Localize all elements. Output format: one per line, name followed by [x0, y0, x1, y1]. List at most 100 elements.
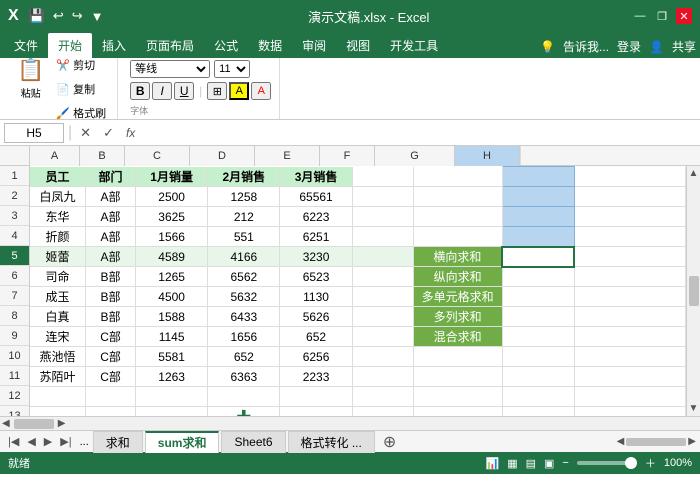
- tab-developer[interactable]: 开发工具: [380, 33, 448, 58]
- cell-C6[interactable]: 1265: [136, 267, 208, 287]
- cell-D3[interactable]: 212: [208, 207, 280, 227]
- cell-E6[interactable]: 6523: [280, 267, 352, 287]
- cell-D8[interactable]: 6433: [208, 307, 280, 327]
- scroll-left-arrow[interactable]: ◀: [2, 418, 10, 429]
- hscroll-left-arrow[interactable]: ◀: [617, 436, 625, 447]
- view-page-break-button[interactable]: ▣: [544, 457, 554, 470]
- cell-I5[interactable]: [574, 247, 685, 267]
- hscroll-right-arrow[interactable]: ▶: [688, 436, 696, 447]
- cell-G10[interactable]: [413, 347, 502, 367]
- cell-A9[interactable]: 连宋: [30, 327, 86, 347]
- cell-G4[interactable]: [413, 227, 502, 247]
- row-num-3[interactable]: 3: [0, 206, 29, 226]
- row-num-6[interactable]: 6: [0, 266, 29, 286]
- cell-D5[interactable]: 4166: [208, 247, 280, 267]
- border-button[interactable]: ⊞: [207, 82, 227, 100]
- cell-H13[interactable]: [502, 407, 574, 417]
- cell-H11[interactable]: [502, 367, 574, 387]
- cell-E2[interactable]: 65561: [280, 187, 352, 207]
- cell-A3[interactable]: 东华: [30, 207, 86, 227]
- font-color-button[interactable]: A: [251, 82, 271, 100]
- cell-E3[interactable]: 6223: [280, 207, 352, 227]
- italic-button[interactable]: I: [152, 82, 172, 100]
- cell-B8[interactable]: B部: [86, 307, 136, 327]
- cell-C9[interactable]: 1145: [136, 327, 208, 347]
- cell-F5[interactable]: [352, 247, 413, 267]
- cell-G1[interactable]: [413, 167, 502, 187]
- tab-data[interactable]: 数据: [248, 33, 292, 58]
- cell-G3[interactable]: [413, 207, 502, 227]
- col-header-H[interactable]: H: [455, 146, 520, 166]
- cell-H2[interactable]: [502, 187, 574, 207]
- view-page-layout-button[interactable]: ▤: [526, 457, 536, 470]
- sheet-tab-sheet6[interactable]: Sheet6: [221, 431, 285, 453]
- cell-B11[interactable]: C部: [86, 367, 136, 387]
- cell-B12[interactable]: [86, 387, 136, 407]
- cell-D1[interactable]: 2月销售: [208, 167, 280, 187]
- cell-G5-horizontal-sum[interactable]: 横向求和: [413, 247, 502, 267]
- tab-page-layout[interactable]: 页面布局: [136, 33, 204, 58]
- row-num-11[interactable]: 11: [0, 366, 29, 386]
- underline-button[interactable]: U: [174, 82, 194, 100]
- cell-E9[interactable]: 652: [280, 327, 352, 347]
- cell-H8[interactable]: [502, 307, 574, 327]
- col-header-G[interactable]: G: [375, 146, 455, 166]
- cell-B4[interactable]: A部: [86, 227, 136, 247]
- cell-I13[interactable]: [574, 407, 685, 417]
- cell-B10[interactable]: C部: [86, 347, 136, 367]
- scroll-thumb[interactable]: [689, 276, 699, 306]
- cell-B1[interactable]: 部门: [86, 167, 136, 187]
- cell-C10[interactable]: 5581: [136, 347, 208, 367]
- font-size-select[interactable]: 11: [214, 60, 250, 78]
- confirm-formula-button[interactable]: ✓: [99, 123, 118, 143]
- row-num-1[interactable]: 1: [0, 166, 29, 186]
- col-header-A[interactable]: A: [30, 146, 80, 166]
- cell-E1[interactable]: 3月销售: [280, 167, 352, 187]
- cell-H5[interactable]: [502, 247, 574, 267]
- cell-I9[interactable]: [574, 327, 685, 347]
- row-num-2[interactable]: 2: [0, 186, 29, 206]
- cell-A6[interactable]: 司命: [30, 267, 86, 287]
- col-header-B[interactable]: B: [80, 146, 125, 166]
- cell-C13[interactable]: [136, 407, 208, 417]
- paste-button[interactable]: 📋 粘贴: [12, 58, 49, 120]
- row-num-4[interactable]: 4: [0, 226, 29, 246]
- sheet-tab-format[interactable]: 格式转化 ...: [288, 431, 375, 453]
- row-num-7[interactable]: 7: [0, 286, 29, 306]
- tab-view[interactable]: 视图: [336, 33, 380, 58]
- cell-D9[interactable]: 1656: [208, 327, 280, 347]
- cut-button[interactable]: ✂️ 剪切: [51, 58, 111, 76]
- tab-formula[interactable]: 公式: [204, 33, 248, 58]
- cell-I10[interactable]: [574, 347, 685, 367]
- col-header-F[interactable]: F: [320, 146, 375, 166]
- cell-I11[interactable]: [574, 367, 685, 387]
- cell-F1[interactable]: [352, 167, 413, 187]
- undo-icon[interactable]: ↩: [51, 6, 66, 26]
- hscroll-thumb-right[interactable]: [626, 438, 686, 446]
- cell-C7[interactable]: 4500: [136, 287, 208, 307]
- sheet-nav-last[interactable]: ▶|: [56, 433, 75, 450]
- cell-I12[interactable]: [574, 387, 685, 407]
- row-num-13[interactable]: 13: [0, 406, 29, 416]
- sheet-nav-next[interactable]: ▶: [40, 433, 56, 450]
- cell-C12[interactable]: [136, 387, 208, 407]
- row-num-12[interactable]: 12: [0, 386, 29, 406]
- cell-H12[interactable]: [502, 387, 574, 407]
- copy-button[interactable]: 📄 复制: [51, 78, 111, 100]
- cell-A4[interactable]: 折颜: [30, 227, 86, 247]
- col-header-D[interactable]: D: [190, 146, 255, 166]
- cell-C4[interactable]: 1566: [136, 227, 208, 247]
- cell-I6[interactable]: [574, 267, 685, 287]
- cell-F2[interactable]: [352, 187, 413, 207]
- cell-B9[interactable]: C部: [86, 327, 136, 347]
- cell-B5[interactable]: A部: [86, 247, 136, 267]
- cancel-formula-button[interactable]: ✕: [76, 123, 95, 143]
- row-num-5[interactable]: 5: [0, 246, 29, 266]
- cell-H7[interactable]: [502, 287, 574, 307]
- scroll-right-arrow[interactable]: ▶: [58, 418, 66, 429]
- vertical-scrollbar[interactable]: ▲ ▼: [686, 166, 700, 416]
- row-num-10[interactable]: 10: [0, 346, 29, 366]
- login-button[interactable]: 登录: [617, 38, 641, 55]
- cell-C5[interactable]: 4589: [136, 247, 208, 267]
- cell-F7[interactable]: [352, 287, 413, 307]
